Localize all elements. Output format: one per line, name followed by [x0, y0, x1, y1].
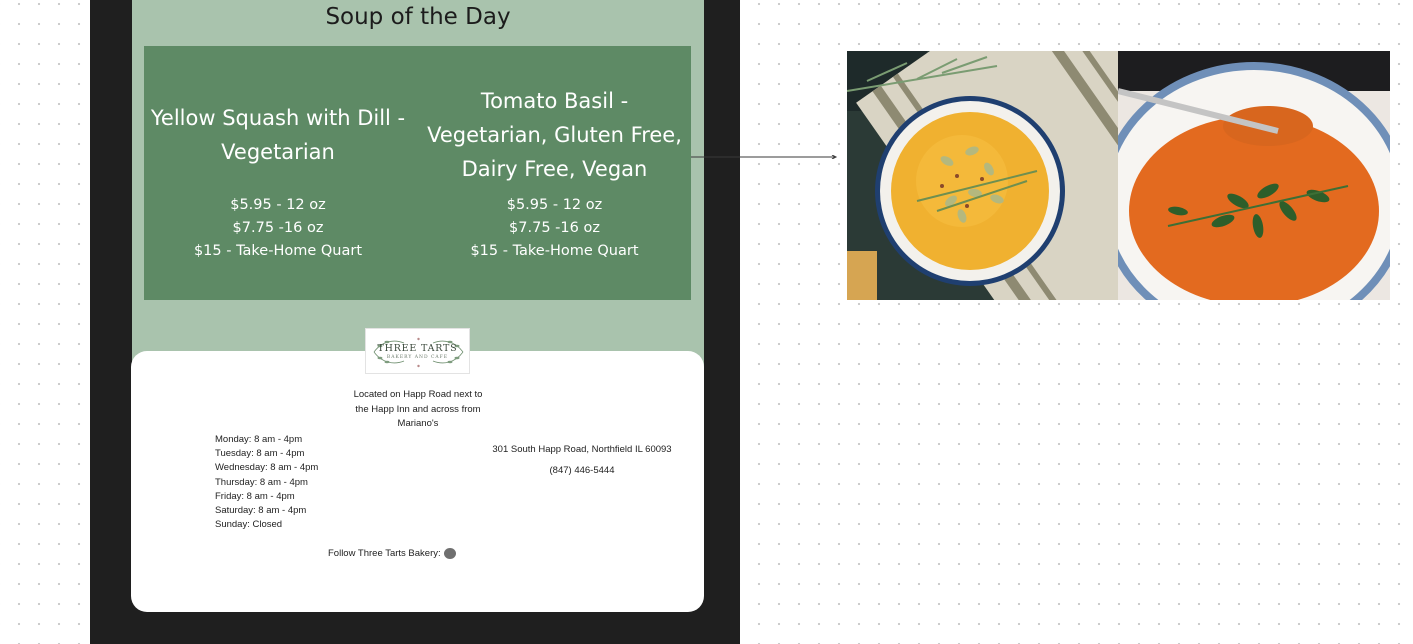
hours-friday: Friday: 8 am - 4pm: [215, 490, 295, 502]
location-text: Located on Happ Road next to the Happ In…: [353, 389, 483, 429]
tomato-basil-soup-photo: [1118, 51, 1390, 300]
price-12oz: $5.95 - 12 oz: [506, 197, 603, 213]
instagram-icon[interactable]: [443, 548, 456, 559]
price-list: $5.95 - 12 oz $7.75 -16 oz $15 - Take-Ho…: [144, 194, 412, 263]
opening-hours: Monday: 8 am - 4pm Tuesday: 8 am - 4pm W…: [215, 433, 318, 532]
soup-card-tomato: Tomato Basil - Vegetarian, Gluten Free, …: [418, 46, 691, 300]
phone-number[interactable]: (847) 446-5444: [482, 465, 682, 476]
price-16oz: $7.75 -16 oz: [509, 220, 600, 236]
hours-wednesday: Wednesday: 8 am - 4pm: [215, 462, 319, 474]
hours-tuesday: Tuesday: 8 am - 4pm: [215, 448, 305, 460]
hours-sunday: Sunday: Closed: [215, 519, 283, 531]
address-text: 301 South Happ Road, Northfield IL 60093: [492, 444, 672, 455]
hours-saturday: Saturday: 8 am - 4pm: [215, 505, 307, 517]
price-list: $5.95 - 12 oz $7.75 -16 oz $15 - Take-Ho…: [418, 194, 691, 263]
hours-thursday: Thursday: 8 am - 4pm: [215, 476, 308, 488]
soup-photos: [847, 51, 1390, 300]
follow-label: Follow Three Tarts Bakery:: [328, 548, 441, 559]
three-tarts-logo[interactable]: THREE TARTS BAKERY AND CAFE: [365, 328, 470, 374]
follow-social: Follow Three Tarts Bakery:: [328, 548, 456, 559]
price-12oz: $5.95 - 12 oz: [230, 197, 326, 213]
soup-panel: Yellow Squash with Dill - Vegetarian $5.…: [144, 46, 691, 300]
yellow-squash-soup-photo: [847, 51, 1118, 300]
soup-card-squash: Yellow Squash with Dill - Vegetarian $5.…: [144, 46, 412, 300]
soup-of-day-heading: Soup of the Day: [325, 4, 511, 30]
hours-monday: Monday: 8 am - 4pm: [215, 434, 303, 445]
price-quart: $15 - Take-Home Quart: [470, 243, 639, 259]
price-16oz: $7.75 -16 oz: [232, 220, 324, 236]
logo-title: THREE TARTS: [377, 342, 458, 354]
logo-subtitle: BAKERY AND CAFE: [386, 354, 449, 360]
price-quart: $15 - Take-Home Quart: [193, 243, 363, 259]
soup-name: Yellow Squash with Dill - Vegetarian: [150, 106, 406, 164]
soup-name: Tomato Basil - Vegetarian, Gluten Free, …: [427, 89, 682, 181]
connector-arrow: [691, 155, 838, 159]
